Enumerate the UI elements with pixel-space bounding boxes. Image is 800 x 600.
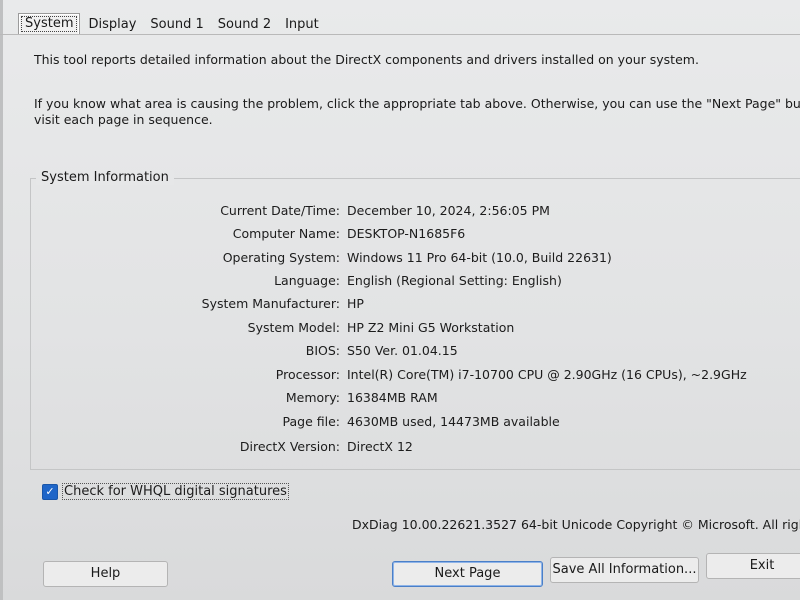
- hint-text-line-2: visit each page in sequence.: [34, 112, 213, 127]
- info-row-system-model: System Model: HP Z2 Mini G5 Workstation: [0, 320, 800, 342]
- tab-display[interactable]: Display: [82, 15, 142, 35]
- info-label: Page file:: [282, 414, 340, 429]
- group-title: System Information: [36, 170, 174, 185]
- tab-sound-2[interactable]: Sound 2: [212, 15, 277, 35]
- whql-checkbox-label[interactable]: Check for WHQL digital signatures: [62, 483, 289, 500]
- info-label: Current Date/Time:: [220, 203, 340, 218]
- dxdiag-window: System Display Sound 1 Sound 2 Input Thi…: [0, 0, 800, 600]
- tab-input[interactable]: Input: [279, 15, 325, 35]
- info-row-language: Language: English (Regional Setting: Eng…: [0, 273, 800, 295]
- info-label: BIOS:: [305, 343, 340, 358]
- version-copyright-text: DxDiag 10.00.22621.3527 64-bit Unicode C…: [352, 517, 800, 532]
- tab-sound-1[interactable]: Sound 1: [144, 15, 209, 35]
- info-label: System Manufacturer:: [201, 296, 340, 311]
- info-value: 4630MB used, 14473MB available: [347, 414, 560, 429]
- info-value: DESKTOP-N1685F6: [347, 226, 466, 241]
- info-label: Computer Name:: [232, 226, 340, 241]
- checkbox-checked-icon[interactable]: ✓: [42, 483, 58, 500]
- help-button[interactable]: Help: [43, 561, 168, 587]
- info-label: DirectX Version:: [239, 439, 340, 454]
- intro-text: This tool reports detailed information a…: [34, 52, 699, 67]
- info-label: Language:: [274, 273, 340, 288]
- info-value: DirectX 12: [347, 439, 413, 454]
- save-all-information-button[interactable]: Save All Information...: [550, 557, 699, 583]
- info-value: 16384MB RAM: [347, 390, 438, 405]
- tab-system[interactable]: System: [18, 13, 81, 35]
- tab-divider: [0, 34, 800, 35]
- info-row-date-time: Current Date/Time: December 10, 2024, 2:…: [0, 203, 800, 225]
- info-value: HP Z2 Mini G5 Workstation: [347, 320, 515, 335]
- info-value: Windows 11 Pro 64-bit (10.0, Build 22631…: [347, 250, 612, 265]
- info-value: December 10, 2024, 2:56:05 PM: [347, 203, 550, 218]
- whql-checkbox[interactable]: ✓ Check for WHQL digital signatures: [42, 483, 289, 500]
- info-value: Intel(R) Core(TM) i7-10700 CPU @ 2.90GHz…: [347, 367, 747, 382]
- info-row-operating-system: Operating System: Windows 11 Pro 64-bit …: [0, 250, 800, 272]
- info-row-computer-name: Computer Name: DESKTOP-N1685F6: [0, 226, 800, 248]
- info-row-memory: Memory: 16384MB RAM: [0, 390, 800, 412]
- next-page-button[interactable]: Next Page: [392, 561, 543, 587]
- info-row-manufacturer: System Manufacturer: HP: [0, 296, 800, 318]
- info-row-processor: Processor: Intel(R) Core(TM) i7-10700 CP…: [0, 367, 800, 389]
- info-label: Operating System:: [222, 250, 340, 265]
- info-row-bios: BIOS: S50 Ver. 01.04.15: [0, 343, 800, 365]
- info-row-directx-version: DirectX Version: DirectX 12: [0, 439, 800, 461]
- info-label: System Model:: [247, 320, 340, 335]
- info-label: Memory:: [285, 390, 340, 405]
- hint-text-line-1: If you know what area is causing the pro…: [34, 96, 800, 111]
- exit-button[interactable]: Exit: [706, 553, 800, 579]
- info-row-page-file: Page file: 4630MB used, 14473MB availabl…: [0, 414, 800, 436]
- info-label: Processor:: [275, 367, 340, 382]
- info-value: HP: [347, 296, 364, 311]
- info-value: English (Regional Setting: English): [347, 273, 562, 288]
- tab-strip: System Display Sound 1 Sound 2 Input: [18, 11, 327, 35]
- info-value: S50 Ver. 01.04.15: [347, 343, 458, 358]
